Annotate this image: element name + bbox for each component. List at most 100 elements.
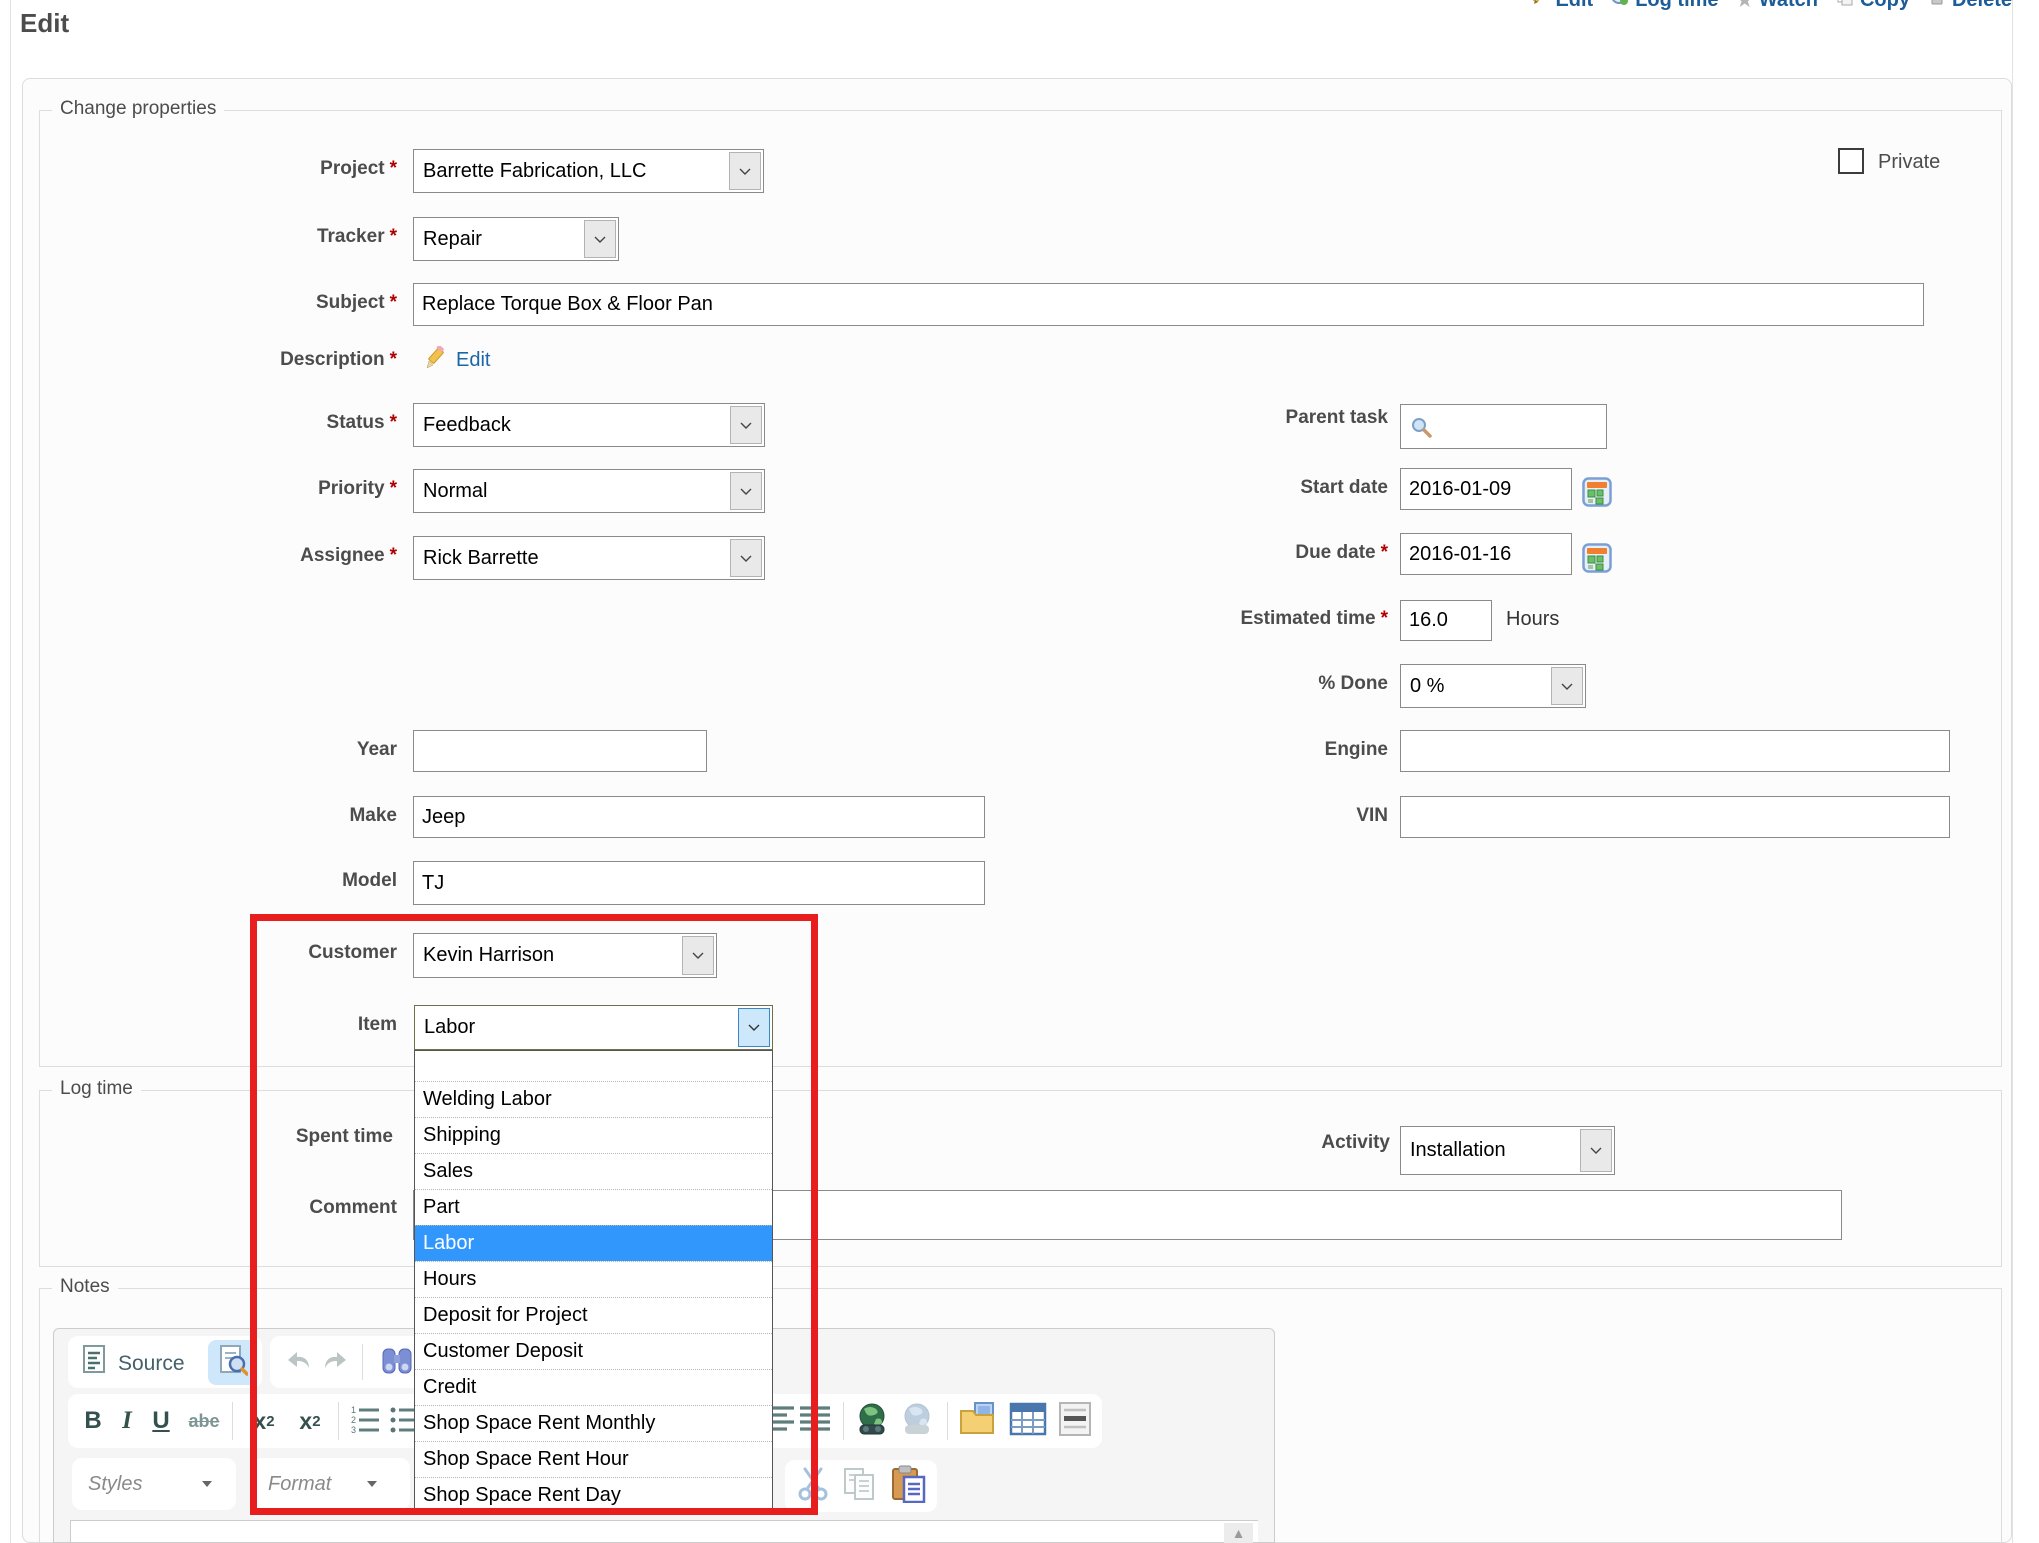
item-label: Item (60, 1014, 397, 1036)
horizontal-rule-button[interactable] (1056, 1402, 1094, 1440)
item-option[interactable]: Customer Deposit (415, 1333, 772, 1369)
item-option[interactable]: Sales (415, 1153, 772, 1189)
comment-label: Comment (60, 1197, 397, 1219)
edit-action-link[interactable]: Edit (1531, 0, 1593, 12)
watch-action-link[interactable]: ★ Watch (1737, 0, 1818, 12)
chevron-down-icon[interactable] (1580, 1129, 1612, 1172)
item-option[interactable]: Hours (415, 1261, 772, 1297)
undo-icon (284, 1348, 312, 1377)
assignee-select[interactable]: Rick Barrette (413, 536, 765, 580)
superscript-button[interactable]: x2 (290, 1406, 330, 1436)
clock-plus-icon (1611, 0, 1629, 12)
item-select[interactable]: Labor (414, 1005, 773, 1050)
project-select[interactable]: Barrette Fabrication, LLC (413, 149, 764, 193)
justify-button[interactable] (798, 1404, 832, 1438)
page-title: Edit (20, 8, 69, 39)
svg-text:2: 2 (351, 1415, 356, 1425)
percent-done-label: % Done (1000, 673, 1388, 695)
redo-button[interactable] (320, 1348, 352, 1376)
estimated-time-label: Estimated time* (1000, 608, 1388, 630)
editor-scroll-up-button[interactable]: ▲ (1224, 1523, 1253, 1543)
description-edit-link[interactable]: Edit (456, 349, 490, 372)
source-button[interactable] (80, 1346, 110, 1378)
make-input[interactable] (413, 796, 985, 838)
insert-image-button[interactable] (958, 1402, 998, 1440)
item-option[interactable]: Deposit for Project (415, 1297, 772, 1333)
start-date-input[interactable] (1400, 468, 1572, 510)
vin-label: VIN (1000, 805, 1388, 827)
due-date-input[interactable] (1400, 533, 1572, 575)
styles-dropdown[interactable]: Styles (72, 1458, 236, 1510)
priority-select[interactable]: Normal (413, 469, 765, 513)
chevron-down-icon[interactable] (738, 1008, 770, 1047)
parent-task-label: Parent task (1000, 407, 1388, 429)
item-option[interactable]: Shop Space Rent Hour (415, 1441, 772, 1477)
editor-content-area[interactable] (70, 1520, 1258, 1543)
numbered-list-button[interactable]: 123 (348, 1404, 382, 1438)
calendar-icon[interactable] (1582, 477, 1612, 512)
italic-button[interactable]: I (114, 1406, 140, 1436)
paste-button[interactable] (888, 1466, 928, 1506)
item-option[interactable]: Labor (415, 1225, 772, 1261)
binoculars-icon (381, 1345, 413, 1380)
image-icon (959, 1401, 997, 1442)
subscript-button[interactable]: x2 (244, 1406, 284, 1436)
chevron-down-icon[interactable] (682, 936, 714, 975)
status-select[interactable]: Feedback (413, 403, 765, 447)
chevron-down-icon[interactable] (1551, 667, 1583, 705)
trash-icon (1928, 0, 1946, 12)
find-replace-button[interactable] (380, 1346, 414, 1378)
vin-input[interactable] (1400, 796, 1950, 838)
item-option[interactable]: Shipping (415, 1117, 772, 1153)
justify-icon (799, 1403, 831, 1440)
undo-button[interactable] (282, 1348, 314, 1376)
priority-label: Priority* (60, 478, 397, 500)
format-dropdown-label: Format (268, 1473, 331, 1496)
chevron-down-icon[interactable] (730, 472, 762, 510)
remove-link-button[interactable] (898, 1402, 936, 1440)
unlink-globe-icon (899, 1401, 935, 1442)
underline-button[interactable]: U (146, 1406, 176, 1436)
scissors-icon (797, 1467, 829, 1506)
table-icon (1009, 1402, 1047, 1441)
chevron-down-icon[interactable] (729, 152, 761, 190)
customer-select[interactable]: Kevin Harrison (413, 933, 717, 978)
toolbar-separator (362, 1344, 363, 1380)
item-option[interactable]: Part (415, 1189, 772, 1225)
item-option[interactable]: Credit (415, 1369, 772, 1405)
private-checkbox[interactable] (1838, 148, 1864, 174)
project-label: Project* (60, 158, 397, 180)
insert-table-button[interactable] (1008, 1402, 1048, 1440)
item-option[interactable]: Shop Space Rent Monthly (415, 1405, 772, 1441)
chevron-down-icon[interactable] (730, 539, 762, 577)
cut-button[interactable] (795, 1468, 831, 1504)
model-input[interactable] (413, 861, 985, 905)
strikethrough-button[interactable]: abe (184, 1406, 224, 1436)
delete-action-link[interactable]: Delete (1928, 0, 2012, 12)
insert-link-button[interactable] (853, 1402, 891, 1440)
item-option[interactable]: Shop Space Rent Day (415, 1477, 772, 1513)
toolbar-separator (843, 1402, 844, 1440)
percent-done-select[interactable]: 0 % (1400, 664, 1586, 708)
calendar-icon[interactable] (1582, 543, 1612, 578)
activity-select[interactable]: Installation (1400, 1126, 1615, 1175)
estimated-time-input[interactable] (1400, 600, 1492, 641)
format-dropdown[interactable]: Format (252, 1458, 410, 1510)
chevron-down-icon[interactable] (730, 406, 762, 444)
subject-input[interactable] (413, 283, 1924, 326)
year-input[interactable] (413, 730, 707, 772)
copy-action-link[interactable]: Copy (1836, 0, 1910, 12)
star-icon: ★ (1737, 0, 1753, 11)
assignee-label: Assignee* (60, 545, 397, 567)
make-label: Make (60, 805, 397, 827)
log-time-action-link[interactable]: Log time (1611, 0, 1718, 12)
item-option[interactable]: Welding Labor (415, 1081, 772, 1117)
chevron-down-icon[interactable] (584, 220, 616, 258)
copy-button[interactable] (841, 1468, 879, 1504)
pencil-icon (424, 346, 448, 375)
preview-button[interactable] (208, 1340, 257, 1385)
tracker-select[interactable]: Repair (413, 217, 619, 261)
item-option[interactable] (415, 1051, 772, 1081)
engine-input[interactable] (1400, 730, 1950, 772)
bold-button[interactable]: B (78, 1406, 108, 1436)
